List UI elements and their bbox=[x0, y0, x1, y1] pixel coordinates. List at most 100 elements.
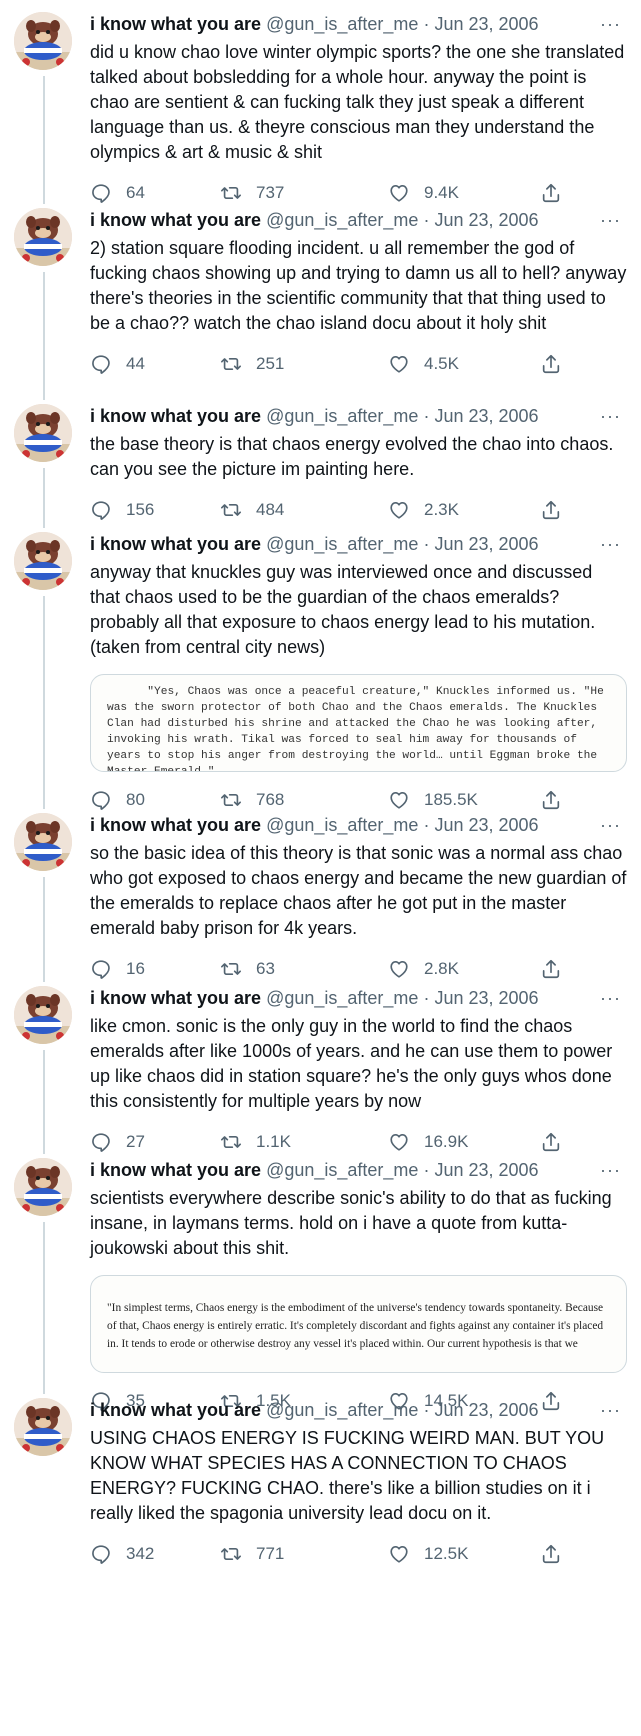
likes-count: 16.9K bbox=[424, 1132, 469, 1151]
separator-dot: · bbox=[423, 988, 430, 1008]
display-name[interactable]: i know what you are bbox=[90, 1160, 261, 1180]
more-options-icon[interactable]: ··· bbox=[600, 986, 621, 1010]
avatar[interactable] bbox=[14, 986, 72, 1044]
share-button[interactable] bbox=[540, 1128, 562, 1156]
retweets-count: 63 bbox=[256, 959, 275, 978]
more-options-icon[interactable]: ··· bbox=[600, 813, 621, 837]
reply-button[interactable]: 16 bbox=[90, 955, 145, 983]
share-button[interactable] bbox=[540, 496, 562, 524]
retweet-button[interactable]: 63 bbox=[220, 955, 275, 983]
like-button[interactable]: 2.8K bbox=[388, 955, 459, 983]
tweet-text: like cmon. sonic is the only guy in the … bbox=[90, 1016, 618, 1111]
reply-button[interactable]: 156 bbox=[90, 496, 154, 524]
tweet-date[interactable]: Jun 23, 2006 bbox=[434, 815, 538, 835]
reply-button[interactable]: 64 bbox=[90, 179, 145, 207]
user-handle[interactable]: @gun_is_after_me bbox=[266, 1400, 418, 1420]
quoted-text-image: "Yes, Chaos was once a peaceful creature… bbox=[107, 686, 611, 772]
user-handle[interactable]: @gun_is_after_me bbox=[266, 988, 418, 1008]
user-handle[interactable]: @gun_is_after_me bbox=[266, 406, 418, 426]
avatar[interactable] bbox=[14, 208, 72, 266]
user-handle[interactable]: @gun_is_after_me bbox=[266, 815, 418, 835]
more-options-icon[interactable]: ··· bbox=[600, 12, 621, 36]
like-button[interactable]: 9.4K bbox=[388, 179, 459, 207]
display-name[interactable]: i know what you are bbox=[90, 1400, 261, 1420]
reply-button[interactable]: 80 bbox=[90, 786, 145, 814]
tweet-date[interactable]: Jun 23, 2006 bbox=[434, 534, 538, 554]
tweet-actions: 44 251 4.5K bbox=[90, 350, 627, 378]
user-handle[interactable]: @gun_is_after_me bbox=[266, 14, 418, 34]
reply-button[interactable]: 342 bbox=[90, 1540, 154, 1568]
display-name[interactable]: i know what you are bbox=[90, 210, 261, 230]
share-button[interactable] bbox=[540, 179, 562, 207]
separator-dot: · bbox=[423, 210, 430, 230]
tweet-date[interactable]: Jun 23, 2006 bbox=[434, 406, 538, 426]
likes-count: 2.8K bbox=[424, 959, 459, 978]
retweet-icon bbox=[220, 1543, 242, 1565]
avatar[interactable] bbox=[14, 1398, 72, 1456]
reply-icon bbox=[90, 182, 112, 204]
retweet-button[interactable]: 1.1K bbox=[220, 1128, 291, 1156]
tweet-content: i know what you are @gun_is_after_me · J… bbox=[90, 986, 627, 1156]
tweet-image-quote[interactable]: "In simplest terms, Chaos energy is the … bbox=[90, 1275, 627, 1373]
share-button[interactable] bbox=[540, 1540, 562, 1568]
tweet-image-quote[interactable]: "Yes, Chaos was once a peaceful creature… bbox=[90, 674, 627, 772]
avatar[interactable] bbox=[14, 1158, 72, 1216]
avatar[interactable] bbox=[14, 12, 72, 70]
avatar[interactable] bbox=[14, 532, 72, 590]
retweet-icon bbox=[220, 1131, 242, 1153]
tweet-text: the base theory is that chaos energy evo… bbox=[90, 434, 619, 479]
heart-icon bbox=[388, 499, 410, 521]
tweet-actions: 64 737 9.4K bbox=[90, 179, 627, 207]
like-button[interactable]: 4.5K bbox=[388, 350, 459, 378]
replies-count: 64 bbox=[126, 183, 145, 202]
user-handle[interactable]: @gun_is_after_me bbox=[266, 1160, 418, 1180]
more-options-icon[interactable]: ··· bbox=[600, 1398, 621, 1422]
tweet-actions: 156 484 2.3K bbox=[90, 496, 627, 524]
reply-button[interactable]: 27 bbox=[90, 1128, 145, 1156]
tweet-date[interactable]: Jun 23, 2006 bbox=[434, 210, 538, 230]
retweet-icon bbox=[220, 958, 242, 980]
share-icon bbox=[540, 499, 562, 521]
reply-button[interactable]: 44 bbox=[90, 350, 145, 378]
retweet-button[interactable]: 771 bbox=[220, 1540, 284, 1568]
retweet-button[interactable]: 737 bbox=[220, 179, 284, 207]
tweet-date[interactable]: Jun 23, 2006 bbox=[434, 14, 538, 34]
share-button[interactable] bbox=[540, 955, 562, 983]
thread-connector-line bbox=[43, 76, 45, 204]
retweet-button[interactable]: 484 bbox=[220, 496, 284, 524]
like-button[interactable]: 2.3K bbox=[388, 496, 459, 524]
likes-count: 2.3K bbox=[424, 500, 459, 519]
retweet-button[interactable]: 251 bbox=[220, 350, 284, 378]
tweet-date[interactable]: Jun 23, 2006 bbox=[434, 988, 538, 1008]
replies-count: 16 bbox=[126, 959, 145, 978]
display-name[interactable]: i know what you are bbox=[90, 815, 261, 835]
more-options-icon[interactable]: ··· bbox=[600, 404, 621, 428]
tweet-header: i know what you are @gun_is_after_me · J… bbox=[90, 12, 627, 36]
like-button[interactable]: 185.5K bbox=[388, 786, 478, 814]
thread-connector-line bbox=[43, 272, 45, 400]
user-handle[interactable]: @gun_is_after_me bbox=[266, 210, 418, 230]
tweet-date[interactable]: Jun 23, 2006 bbox=[434, 1400, 538, 1420]
more-options-icon[interactable]: ··· bbox=[600, 532, 621, 556]
tweet-header: i know what you are @gun_is_after_me · J… bbox=[90, 208, 627, 232]
tweet-content: i know what you are @gun_is_after_me · J… bbox=[90, 404, 627, 524]
tweet-header: i know what you are @gun_is_after_me · J… bbox=[90, 1158, 627, 1182]
like-button[interactable]: 12.5K bbox=[388, 1540, 468, 1568]
reply-icon bbox=[90, 789, 112, 811]
share-button[interactable] bbox=[540, 350, 562, 378]
tweet-content: i know what you are @gun_is_after_me · J… bbox=[90, 813, 627, 983]
tweet-header: i know what you are @gun_is_after_me · J… bbox=[90, 986, 627, 1010]
more-options-icon[interactable]: ··· bbox=[600, 208, 621, 232]
avatar[interactable] bbox=[14, 404, 72, 462]
display-name[interactable]: i know what you are bbox=[90, 406, 261, 426]
tweet-date[interactable]: Jun 23, 2006 bbox=[434, 1160, 538, 1180]
display-name[interactable]: i know what you are bbox=[90, 988, 261, 1008]
display-name[interactable]: i know what you are bbox=[90, 534, 261, 554]
retweet-button[interactable]: 768 bbox=[220, 786, 284, 814]
avatar[interactable] bbox=[14, 813, 72, 871]
user-handle[interactable]: @gun_is_after_me bbox=[266, 534, 418, 554]
more-options-icon[interactable]: ··· bbox=[600, 1158, 621, 1182]
share-button[interactable] bbox=[540, 786, 562, 814]
display-name[interactable]: i know what you are bbox=[90, 14, 261, 34]
like-button[interactable]: 16.9K bbox=[388, 1128, 468, 1156]
